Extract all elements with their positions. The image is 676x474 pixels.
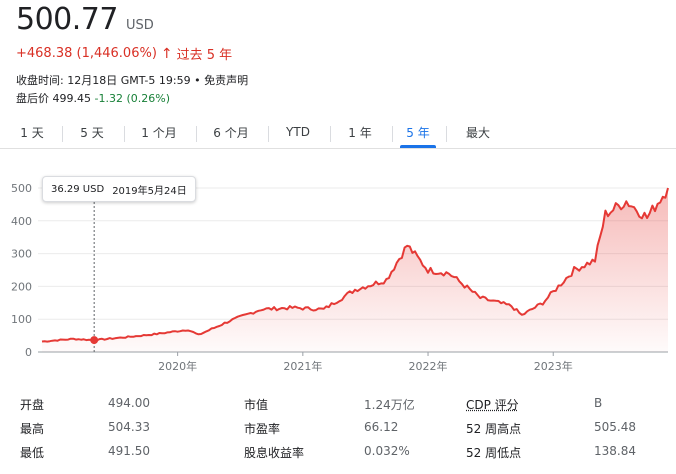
stats-row: 最高 504.33 市盈率 66.12 52 周高点 505.48 [0,420,676,440]
tabs-divider-line [0,148,676,149]
x-tick-label: 2021年 [283,359,322,373]
close-time-row: 收盘时间: 12月18日 GMT-5 19:59 • 免责声明 [16,72,248,88]
price-change-row: +468.38 (1,446.06%) ↑ 过去 5 年 [16,44,233,64]
y-tick-label: 100 [11,313,32,326]
after-hours-delta: -1.32 (0.26%) [94,92,171,105]
stats-row: 开盘 494.00 市值 1.24万亿 CDP 评分 B [0,396,676,416]
tab-divider [392,126,393,142]
after-hours-label: 盘后价 [16,92,49,105]
period-label: 过去 5 年 [176,48,233,63]
after-hours-row: 盘后价 499.45 -1.32 (0.26%) [16,90,170,106]
tab-1-day[interactable]: 1 天 [8,118,56,146]
disclaimer-link[interactable]: 免责声明 [204,74,248,87]
stat-value-dividend-yield: 0.032% [364,444,410,458]
tab-divider [196,126,197,142]
tab-divider [446,126,447,142]
current-price: 500.77 [16,2,118,37]
stat-value-52w-high: 505.48 [594,420,636,434]
stat-label-pe: 市盈率 [244,422,281,436]
currency-label: USD [125,18,154,33]
tab-divider [62,126,63,142]
range-tabs: 1 天 5 天 1 个月 6 个月 YTD 1 年 5 年 最大 [0,118,676,149]
tab-divider [268,126,269,142]
y-tick-label: 400 [11,215,32,228]
y-tick-label: 0 [25,346,32,359]
stat-value-cdp: B [594,396,603,410]
stat-label-market-cap: 市值 [244,398,269,412]
price-row: 500.77 USD [16,2,154,37]
stat-label-dividend-yield: 股息收益率 [244,446,305,460]
price-change: +468.38 (1,446.06%) [16,46,157,61]
x-tick-label: 2022年 [409,359,448,373]
tab-ytd[interactable]: YTD [272,118,324,146]
tab-6-month[interactable]: 6 个月 [200,118,262,146]
tab-5-year[interactable]: 5 年 [398,118,438,146]
tab-divider [124,126,125,142]
hover-point [90,336,99,345]
stat-value-pe: 66.12 [364,420,399,434]
stat-label-open: 开盘 [20,398,45,412]
stat-value-open: 494.00 [108,396,150,410]
tab-5-day[interactable]: 5 天 [66,118,118,146]
stat-value-market-cap: 1.24万亿 [364,398,415,412]
y-tick-label: 200 [11,280,32,293]
after-hours-price: 499.45 [52,92,92,105]
close-time: 收盘时间: 12月18日 GMT-5 19:59 • [16,74,201,87]
x-tick-label: 2023年 [534,359,573,373]
hover-tooltip: 36.29 USD 2019年5月24日 [42,176,196,202]
tab-1-year[interactable]: 1 年 [334,118,386,146]
stats-row: 最低 491.50 股息收益率 0.032% 52 周低点 138.84 [0,444,676,464]
x-tick-label: 2020年 [158,359,197,373]
y-tick-label: 300 [11,248,32,261]
stat-label-52w-low: 52 周低点 [466,446,522,460]
arrow-up-icon: ↑ [160,45,173,62]
stock-quote-panel: 500.77 USD +468.38 (1,446.06%) ↑ 过去 5 年 … [0,0,676,474]
y-tick-label: 500 [11,182,32,195]
stat-label-cdp[interactable]: CDP 评分 [466,396,519,413]
tab-max[interactable]: 最大 [452,118,504,146]
stat-label-low: 最低 [20,446,45,460]
stat-value-low: 491.50 [108,444,150,458]
tooltip-price: 36.29 USD [51,183,105,195]
tooltip-date: 2019年5月24日 [112,185,187,197]
stat-value-high: 504.33 [108,420,150,434]
tab-divider [330,126,331,142]
tab-1-month[interactable]: 1 个月 [128,118,190,146]
stat-label-52w-high: 52 周高点 [466,422,522,436]
stat-label-high: 最高 [20,422,45,436]
stat-value-52w-low: 138.84 [594,444,636,458]
